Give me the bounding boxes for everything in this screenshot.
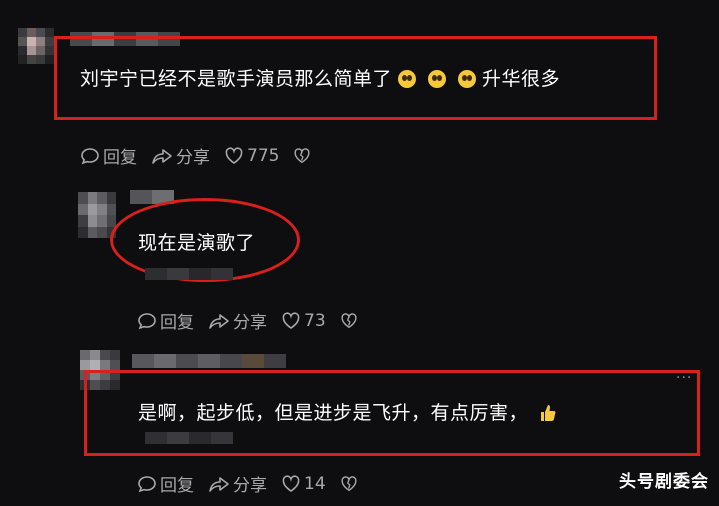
like-count: 14	[304, 473, 326, 494]
reply-icon	[138, 475, 156, 492]
comment-body: 是啊，起步低，但是进步是飞升，有点厉害，	[138, 402, 529, 424]
share-icon	[152, 148, 172, 164]
comment-actions: 回复 分享 14	[137, 471, 375, 496]
dislike-button[interactable]	[340, 475, 361, 493]
share-button[interactable]: 分享	[208, 471, 267, 496]
username-blurred[interactable]	[132, 354, 286, 368]
dislike-button[interactable]	[340, 312, 361, 330]
broken-heart-icon	[294, 147, 311, 163]
share-label: 分享	[233, 313, 267, 333]
comment-actions: 回复 分享 73	[137, 308, 375, 333]
share-icon	[209, 476, 229, 492]
comment-actions: 回复 分享 775	[80, 143, 328, 168]
reply-label: 回复	[160, 476, 194, 496]
like-count: 73	[304, 310, 326, 331]
reply-label: 回复	[160, 313, 194, 333]
like-button[interactable]: 14	[281, 474, 326, 494]
reply-label: 回复	[103, 148, 137, 168]
avatar[interactable]	[78, 192, 116, 238]
thumbs-up-icon	[541, 405, 556, 421]
comment-sub-blurred	[145, 268, 233, 280]
like-count: 775	[247, 145, 280, 166]
avatar[interactable]	[18, 28, 54, 64]
comment-suffix: 升华很多	[482, 68, 561, 90]
comment-sub-blurred	[145, 432, 233, 444]
like-button[interactable]: 73	[281, 311, 326, 331]
pleading-face-icon	[458, 70, 477, 88]
reply-icon	[81, 147, 99, 164]
broken-heart-icon	[341, 312, 357, 328]
comment-body: 现在是演歌了	[138, 232, 256, 254]
heart-icon	[225, 146, 243, 164]
pleading-face-icon	[428, 70, 447, 88]
comment-text: 刘宇宁已经不是歌手演员那么简单了 升华很多	[80, 64, 560, 91]
reply-button[interactable]: 回复	[137, 308, 194, 333]
broken-heart-icon	[341, 475, 357, 491]
dislike-button[interactable]	[293, 147, 314, 165]
comment-text: 是啊，起步低，但是进步是飞升，有点厉害，	[138, 398, 556, 425]
share-button[interactable]: 分享	[151, 143, 210, 168]
reply-button[interactable]: 回复	[137, 471, 194, 496]
comment-body: 刘宇宁已经不是歌手演员那么简单了	[80, 68, 393, 90]
reply-button[interactable]: 回复	[80, 143, 137, 168]
share-button[interactable]: 分享	[208, 308, 267, 333]
watermark: 头号剧委会	[619, 472, 709, 492]
comment-text: 现在是演歌了	[138, 228, 255, 255]
heart-icon	[282, 474, 300, 492]
pleading-face-icon	[398, 70, 417, 88]
share-icon	[209, 313, 229, 329]
share-label: 分享	[233, 476, 267, 496]
heart-icon	[282, 311, 300, 329]
share-label: 分享	[176, 148, 210, 168]
reply-icon	[138, 312, 156, 329]
like-button[interactable]: 775	[224, 146, 279, 166]
